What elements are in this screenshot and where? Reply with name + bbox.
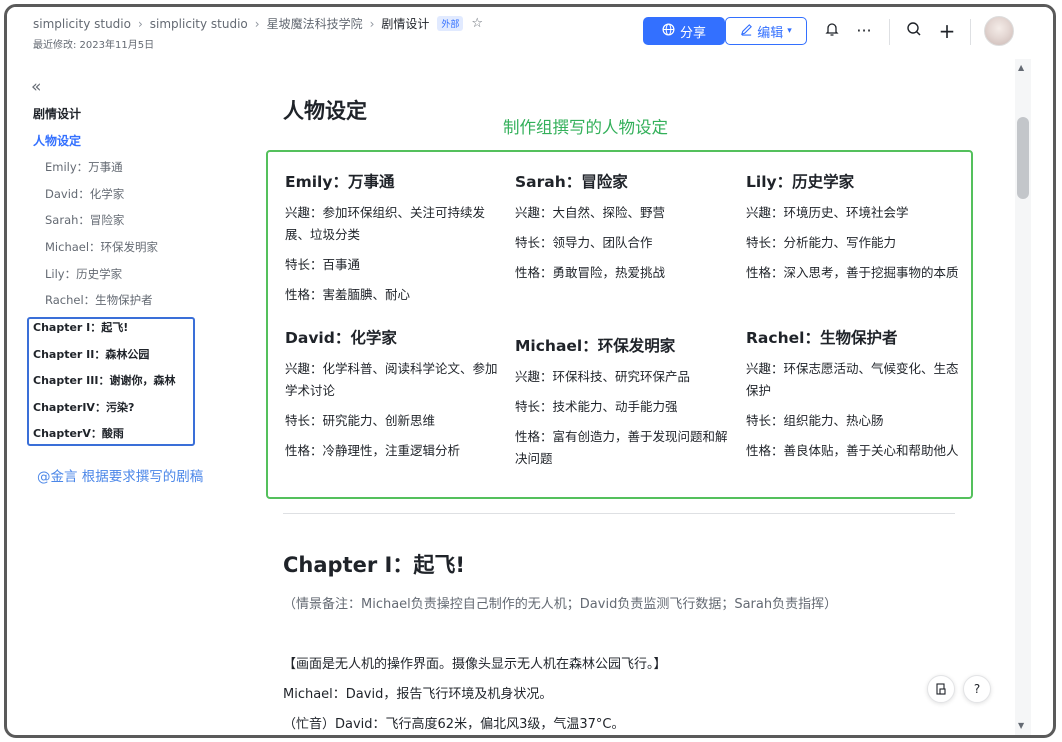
breadcrumb-separator-icon: › <box>254 16 260 31</box>
top-bar: simplicity studio › simplicity studio › … <box>7 7 1053 59</box>
character-personality: 性格：富有创造力，善于发现问题和解决问题 <box>515 429 728 466</box>
chapter-heading: Chapter I：起飞! <box>283 553 465 577</box>
character-name: Emily：万事通 <box>285 173 395 191</box>
breadcrumb-item[interactable]: 星坡魔法科技学院 <box>267 15 363 32</box>
toolbar-divider <box>970 19 971 45</box>
breadcrumb-item[interactable]: simplicity studio <box>150 17 248 31</box>
toc-item-sarah[interactable]: Sarah：冒险家 <box>45 212 124 228</box>
toc-item-emily[interactable]: Emily：万事通 <box>45 159 123 175</box>
character-card-michael: Michael：环保发明家 兴趣：环保科技、研究环保产品 特长：技术能力、动手能… <box>515 335 730 478</box>
character-interest: 兴趣：环保科技、研究环保产品 <box>515 369 691 384</box>
character-interest: 兴趣：参加环保组织、关注可持续发展、垃圾分类 <box>285 205 486 242</box>
character-interest: 兴趣：环保志愿活动、气候变化、生态保护 <box>746 361 959 398</box>
scrollbar-thumb[interactable] <box>1017 117 1029 199</box>
share-label: 分享 <box>679 25 706 41</box>
character-skill: 特长：技术能力、动手能力强 <box>515 399 678 414</box>
help-icon[interactable]: ? <box>963 675 991 703</box>
character-skill: 特长：组织能力、热心肠 <box>746 413 884 428</box>
character-interest: 兴趣：环境历史、环境社会学 <box>746 205 909 220</box>
character-interest: 兴趣：大自然、探险、野营 <box>515 205 666 220</box>
section-heading: 人物设定 <box>283 99 367 123</box>
character-personality: 性格：冷静理性，注重逻辑分析 <box>285 443 461 458</box>
chevron-down-icon: ▾ <box>787 26 792 36</box>
character-card-lily: Lily：历史学家 兴趣：环境历史、环境社会学 特长：分析能力、写作能力 性格：… <box>746 171 961 292</box>
annotation-box-blue <box>27 317 195 446</box>
document-info-icon[interactable] <box>927 675 955 703</box>
scene-note: （情景备注：Michael负责操控自己制作的无人机；David负责监测飞行数据；… <box>283 597 838 612</box>
character-personality: 性格：勇敢冒险，热爱挑战 <box>515 265 666 280</box>
star-icon[interactable]: ☆ <box>471 16 483 31</box>
character-card-rachel: Rachel：生物保护者 兴趣：环保志愿活动、气候变化、生态保护 特长：组织能力… <box>746 327 961 470</box>
edit-label: 编辑 <box>757 25 784 41</box>
breadcrumb-item[interactable]: simplicity studio <box>33 17 131 31</box>
globe-icon <box>662 23 675 40</box>
character-card-sarah: Sarah：冒险家 兴趣：大自然、探险、野营 特长：领导力、团队合作 性格：勇敢… <box>515 171 730 292</box>
more-icon[interactable]: ··· <box>853 21 875 43</box>
document-body: 人物设定 制作组撰写的人物设定 Emily：万事通 兴趣：参加环保组织、关注可持… <box>247 59 1017 735</box>
character-name: David：化学家 <box>285 329 397 347</box>
breadcrumb-separator-icon: › <box>137 16 143 31</box>
breadcrumb-current[interactable]: 剧情设计 <box>381 15 429 32</box>
character-name: Sarah：冒险家 <box>515 173 628 191</box>
breadcrumb-separator-icon: › <box>369 16 375 31</box>
share-button[interactable]: 分享 <box>643 17 725 45</box>
search-icon[interactable] <box>903 21 925 43</box>
script-line: （忙音）David：飞行高度62米，偏北风3级，气温37°C。 <box>283 717 625 732</box>
character-name: Michael：环保发明家 <box>515 337 676 355</box>
script-line: Michael：David，报告飞行环境及机身状况。 <box>283 687 553 702</box>
breadcrumb: simplicity studio › simplicity studio › … <box>33 15 483 32</box>
character-personality: 性格：善良体贴，善于关心和帮助他人 <box>746 443 959 458</box>
bell-icon[interactable] <box>821 21 843 43</box>
character-skill: 特长：分析能力、写作能力 <box>746 235 897 250</box>
toc-item-active[interactable]: 人物设定 <box>33 132 81 149</box>
toc-item-michael[interactable]: Michael：环保发明家 <box>45 239 158 255</box>
toc-item-title[interactable]: 剧情设计 <box>33 105 81 122</box>
avatar[interactable] <box>984 16 1014 46</box>
external-badge: 外部 <box>437 16 464 31</box>
collapse-sidebar-icon[interactable]: « <box>31 77 41 97</box>
character-skill: 特长：领导力、团队合作 <box>515 235 653 250</box>
character-interest: 兴趣：化学科普、阅读科学论文、参加学术讨论 <box>285 361 498 398</box>
edit-button[interactable]: 编辑 ▾ <box>725 17 807 45</box>
character-personality: 性格：深入思考，善于挖掘事物的本质 <box>746 265 959 280</box>
annotation-note-blue: @金言 根据要求撰写的剧稿 <box>37 469 204 485</box>
sidebar-outline: « 剧情设计 人物设定 Emily：万事通 David：化学家 Sarah：冒险… <box>7 59 247 735</box>
character-skill: 特长：研究能力、创新思维 <box>285 413 436 428</box>
toc-item-lily[interactable]: Lily：历史学家 <box>45 266 122 282</box>
character-card-david: David：化学家 兴趣：化学科普、阅读科学论文、参加学术讨论 特长：研究能力、… <box>285 327 500 470</box>
app-window: simplicity studio › simplicity studio › … <box>4 4 1056 738</box>
toc-item-rachel[interactable]: Rachel：生物保护者 <box>45 292 153 308</box>
plus-icon[interactable]: + <box>936 21 958 43</box>
character-skill: 特长：百事通 <box>285 257 361 272</box>
script-line: 【画面是无人机的操作界面。摄像头显示无人机在森林公园飞行。】 <box>283 657 667 672</box>
scroll-up-icon[interactable]: ▲ <box>1018 63 1024 72</box>
character-personality: 性格：害羞腼腆、耐心 <box>285 287 411 302</box>
pencil-icon <box>740 23 753 40</box>
character-name: Lily：历史学家 <box>746 173 855 191</box>
toolbar-divider <box>889 19 890 45</box>
scroll-down-icon[interactable]: ▼ <box>1018 721 1024 730</box>
last-modified: 最近修改: 2023年11月5日 <box>33 40 155 51</box>
annotation-note-green: 制作组撰写的人物设定 <box>503 118 668 137</box>
character-name: Rachel：生物保护者 <box>746 329 898 347</box>
toc-item-david[interactable]: David：化学家 <box>45 186 124 202</box>
section-divider <box>283 513 955 514</box>
character-card-emily: Emily：万事通 兴趣：参加环保组织、关注可持续发展、垃圾分类 特长：百事通 … <box>285 171 500 314</box>
